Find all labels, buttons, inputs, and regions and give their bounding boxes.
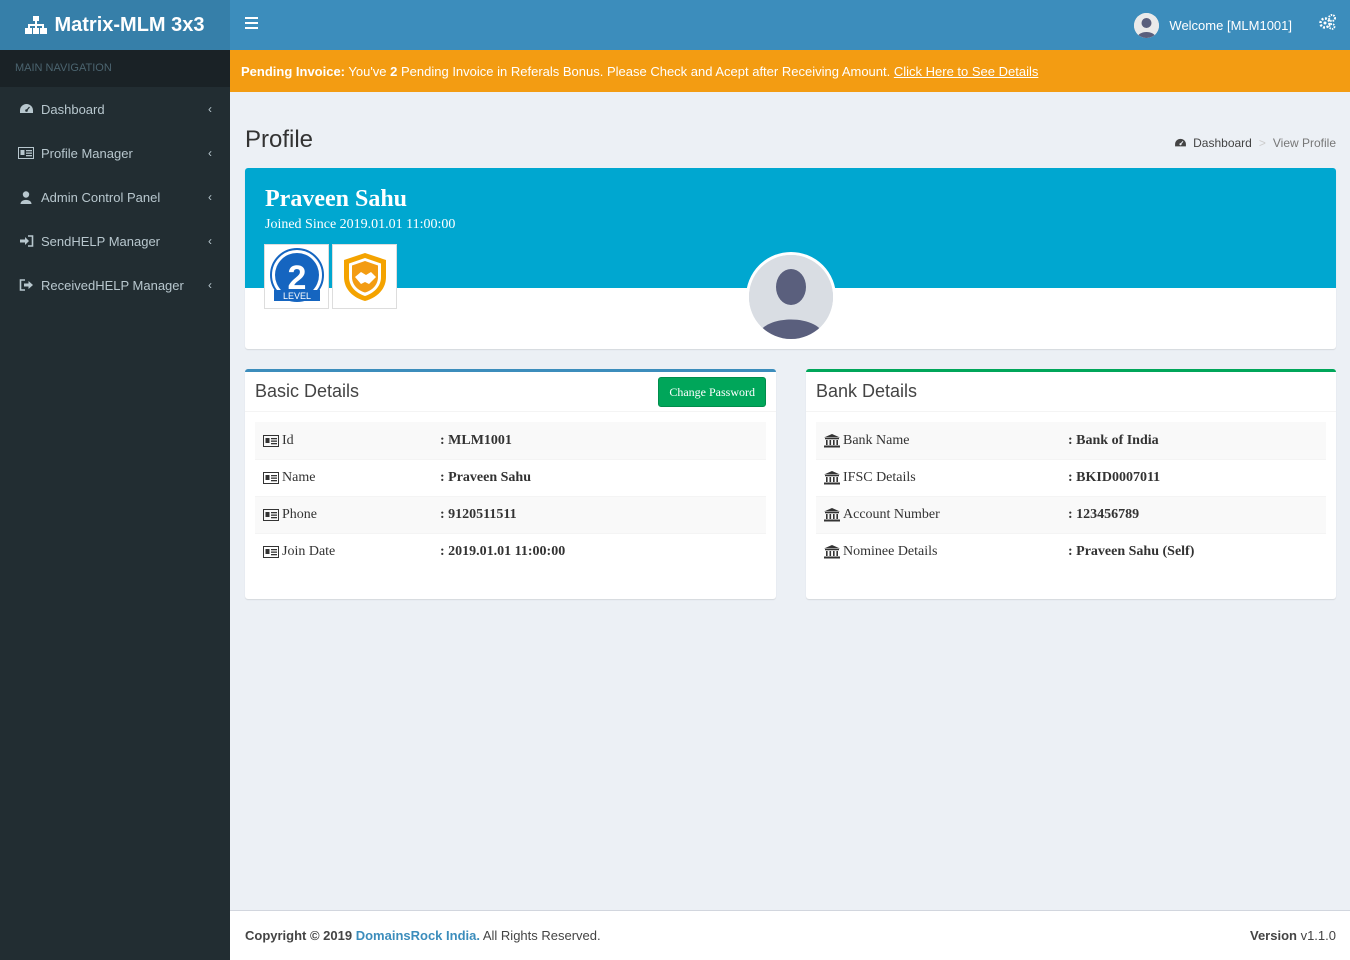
profile-avatar [746,252,836,342]
table-row: Phone : 9120511511 [255,496,766,533]
level-badge-text: LEVEL [282,291,310,301]
row-value: : 9120511511 [440,507,517,522]
user-avatar [1134,13,1160,38]
table-row: IFSC Details : BKID0007011 [816,459,1326,496]
bank-details-header: Bank Details [806,372,1336,412]
id-card-icon [263,434,279,447]
row-key: Account Number [843,507,940,522]
bank-icon [824,433,840,448]
sidebar-toggle-icon[interactable] [245,17,258,29]
row-value: : BKID0007011 [1068,470,1161,485]
row-value: : 123456789 [1068,507,1140,522]
nav-header: MAIN NAVIGATION [0,50,230,87]
alert-message-pre: You've [345,64,391,79]
chevron-left-icon: ‹ [208,234,212,248]
handshake-shield-badge [332,244,397,309]
id-card-icon [263,509,279,521]
sidebar-item-dashboard[interactable]: Dashboard ‹ [0,87,230,131]
row-key: Join Date [282,544,336,559]
bank-details-table: Bank Name : Bank of India IFSC Details :… [806,412,1336,580]
brand-logo[interactable]: Matrix-MLM 3x3 [0,0,230,50]
breadcrumb-separator: > [1258,136,1266,150]
table-row: Id : MLM1001 [255,422,766,459]
copyright: Copyright © 2019 DomainsRock India. All … [245,928,601,943]
sidebar-item-label: Admin Control Panel [41,189,161,205]
top-navbar: Welcome [MLM1001] [230,0,1350,50]
sidebar-item-admin-control-panel[interactable]: Admin Control Panel ‹ [0,175,230,219]
row-key: IFSC Details [843,470,916,485]
user-icon [18,190,34,204]
row-key: Id [282,432,294,448]
profile-joined-since: Joined Since 2019.01.01 11:00:00 [265,217,456,232]
change-password-button[interactable]: Change Password [658,377,766,407]
chevron-left-icon: ‹ [208,146,212,160]
breadcrumb-current: View Profile [1272,136,1336,150]
sidebar-item-sendhelp-manager[interactable]: SendHELP Manager ‹ [0,219,230,263]
bank-details-box: Bank Details Bank Name : Bank of India I… [806,369,1336,599]
alert-message-post: Pending Invoice in Referals Bonus. Pleas… [397,64,894,79]
row-key: Bank Name [843,432,910,448]
row-value: : Praveen Sahu [440,470,531,485]
table-row: Join Date : 2019.01.01 11:00:00 [255,533,766,570]
id-card-icon [263,546,279,558]
gears-icon[interactable] [1319,14,1336,33]
basic-details-title: Basic Details [255,381,360,401]
chevron-left-icon: ‹ [208,102,212,116]
basic-details-header: Basic Details Change Password [245,372,776,412]
sidebar-item-receivedhelp-manager[interactable]: ReceivedHELP Manager ‹ [0,263,230,307]
breadcrumb: Dashboard > View Profile [1174,136,1336,150]
sidebar-item-profile-manager[interactable]: Profile Manager ‹ [0,131,230,175]
user-menu[interactable]: Welcome [MLM1001] [1134,13,1292,38]
brand-title: Matrix-MLM 3x3 [54,13,205,36]
id-card-icon [18,146,34,160]
version-label: Version [1250,928,1297,943]
bank-icon [824,545,840,559]
rights-text: All Rights Reserved. [479,928,601,943]
footer: Copyright © 2019 DomainsRock India. All … [230,910,1350,960]
row-key: Phone [282,507,317,522]
sitemap-icon [25,16,48,34]
profile-name: Praveen Sahu [265,186,408,212]
bank-icon [824,508,840,522]
bank-icon [824,471,840,485]
basic-details-box: Basic Details Change Password Id : MLM10… [245,369,776,599]
bank-details-title: Bank Details [816,381,918,401]
table-row: Name : Praveen Sahu [255,459,766,496]
copyright-text: Copyright © 2019 [245,928,356,943]
table-row: Account Number : 123456789 [816,496,1326,533]
dashboard-icon [18,102,34,116]
row-value: : Praveen Sahu (Self) [1068,544,1195,559]
row-value: : MLM1001 [440,432,512,448]
row-key: Nominee Details [843,544,938,559]
page-title: Profile [245,126,314,153]
alert-title: Pending Invoice: [241,64,346,79]
row-key: Name [282,470,316,485]
sidebar-item-label: ReceivedHELP Manager [41,277,184,293]
version-value: v1.1.0 [1296,928,1336,943]
sidebar-item-label: SendHELP Manager [41,233,161,249]
id-card-icon [263,472,279,484]
dashboard-icon [1174,138,1187,148]
table-row: Nominee Details : Praveen Sahu (Self) [816,533,1326,570]
sidebar-item-label: Profile Manager [41,145,133,161]
profile-card: Praveen Sahu Joined Since 2019.01.01 11:… [245,168,1336,349]
company-link[interactable]: DomainsRock India. [356,928,480,943]
alert-details-link[interactable]: Click Here to See Details [894,64,1039,79]
basic-details-table: Id : MLM1001 Name : Praveen Sahu Phone :… [245,412,776,580]
sign-in-icon [18,234,34,248]
welcome-text: Welcome [MLM1001] [1169,18,1292,33]
chevron-left-icon: ‹ [208,190,212,204]
row-value: : 2019.01.01 11:00:00 [440,544,566,559]
sidebar-item-label: Dashboard [41,101,105,117]
pending-invoice-alert: Pending Invoice: You've 2 Pending Invoic… [230,50,1350,92]
row-value: : Bank of India [1068,432,1159,448]
badge-list: 2 LEVEL [264,244,400,309]
chevron-left-icon: ‹ [208,278,212,292]
level-badge: 2 LEVEL [264,244,329,309]
sign-out-icon [18,278,34,292]
table-row: Bank Name : Bank of India [816,422,1326,459]
breadcrumb-home-link[interactable]: Dashboard [1193,136,1252,150]
sidebar: MAIN NAVIGATION Dashboard ‹ Profile Mana… [0,50,230,960]
version-info: Version v1.1.0 [1250,928,1336,943]
